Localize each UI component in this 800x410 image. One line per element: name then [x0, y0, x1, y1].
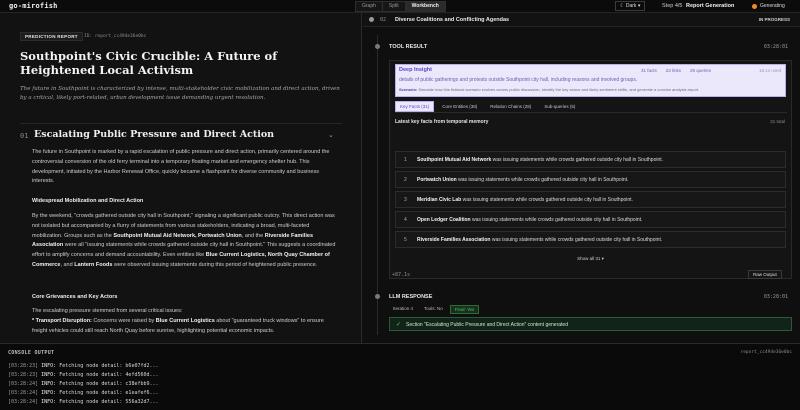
divider — [395, 112, 787, 113]
timeline-dot-icon — [369, 17, 374, 22]
list-item: 2 Portwatch Union was issuing statements… — [395, 171, 786, 188]
tab-key-facts[interactable]: Key Facts (31) — [395, 101, 435, 112]
fact-text: Meridian Civic Lab was issuing statement… — [417, 197, 633, 203]
workbench-section-number: 02 — [380, 17, 387, 23]
console-line: [03:28:24] INFO: Fetching node detail: c… — [8, 381, 159, 387]
report-id: ID: report_cc494e36e0bc — [84, 34, 147, 39]
subheading: Core Grievances and Key Actors — [32, 294, 118, 300]
report-summary: The future in Southpoint is characterize… — [20, 86, 340, 101]
console-line: [03:28:24] INFO: Fetching node detail: e… — [8, 390, 159, 396]
fact-number: 5 — [404, 237, 407, 243]
llm-response-time: 03:28:01 — [763, 294, 788, 300]
workbench-panel: 02 Diverse Coalitions and Conflicting Ag… — [363, 13, 800, 343]
app-brand: go-mirofish — [9, 2, 58, 10]
chevron-down-icon[interactable]: ⌄ — [328, 131, 334, 139]
section-paragraph: The escalating pressure stemmed from sev… — [32, 308, 183, 314]
success-message: Section "Escalating Public Pressure and … — [406, 322, 568, 328]
generation-status: Generating — [752, 3, 785, 9]
tool-result-card: Deep Insight 31 facts 23 links 29 querie… — [389, 60, 792, 279]
report-badge: PREDICTION REPORT — [20, 32, 83, 41]
report-title: Southpoint's Civic Crucible: A Future of… — [20, 49, 278, 77]
step-label: Step 4/5 — [662, 3, 683, 9]
section-title: Escalating Public Pressure and Direct Ac… — [34, 129, 275, 140]
timeline-dot-icon — [375, 44, 380, 49]
console-line: [03:28:23] INFO: Fetching node detail: b… — [8, 363, 159, 369]
fact-number: 3 — [404, 197, 407, 203]
deep-insight-title: Deep Insight — [399, 67, 433, 73]
step-name: Report Generation — [686, 3, 735, 9]
tab-core-entities[interactable]: Core Entities (38) — [437, 101, 482, 112]
final-tag: Final: Yes — [449, 305, 480, 314]
fact-number: 4 — [404, 217, 407, 223]
tab-sub-queries[interactable]: Sub-queries (5) — [539, 101, 580, 112]
tools-tag: Tools: No — [424, 306, 443, 311]
facts-stat: 31 facts — [641, 68, 657, 73]
check-icon: ✓ — [396, 322, 402, 328]
section-paragraph: By the weekend, "crowds gathered outside… — [32, 213, 336, 268]
raw-output-button[interactable]: Raw Output — [748, 270, 782, 279]
section-paragraph: * Transport Disruption: Concerns were ra… — [32, 318, 324, 334]
console-panel: CONSOLE OUTPUT report_cc494e36e0bc [03:2… — [0, 343, 800, 410]
console-line: [03:28:24] INFO: Fetching node detail: 5… — [8, 399, 159, 405]
llm-meta-tags: Iteration 4 Tools: No Final: Yes — [389, 305, 482, 314]
deep-insight-duration: 18.1s used — [758, 68, 781, 73]
deep-insight-stats: 31 facts 23 links 29 queries — [641, 68, 720, 73]
top-bar: go-mirofish Graph Split Workbench ☾ Dark… — [0, 0, 800, 13]
view-tab-graph[interactable]: Graph — [356, 2, 383, 11]
workbench-section-title: Diverse Coalitions and Conflicting Agend… — [395, 17, 510, 23]
console-line: [03:28:23] INFO: Fetching node detail: 4… — [8, 372, 159, 378]
view-switcher: Graph Split Workbench — [355, 1, 446, 12]
progress-status: IN PROGRESS — [758, 17, 790, 22]
fact-number: 1 — [404, 157, 407, 163]
workbench-header: 02 Diverse Coalitions and Conflicting Ag… — [363, 13, 800, 27]
elapsed-time: +87.1s — [392, 272, 411, 278]
view-tab-split[interactable]: Split — [383, 2, 406, 11]
list-item: 3 Meridian Civic Lab was issuing stateme… — [395, 191, 786, 208]
deep-insight-description: details of public gatherings and protest… — [399, 77, 638, 83]
show-all-button[interactable]: Show all 31 ▾ — [395, 253, 786, 264]
section-paragraph: The future in Southpoint is marked by a … — [32, 149, 330, 185]
divider — [20, 123, 342, 124]
timeline-dot-icon — [375, 294, 380, 299]
report-panel: PREDICTION REPORT ID: report_cc494e36e0b… — [0, 13, 362, 343]
step-indicator: Step 4/5 Report Generation — [662, 3, 734, 9]
tab-relation-chains[interactable]: Relation Chains (28) — [485, 101, 536, 112]
success-banner: ✓ Section "Escalating Public Pressure an… — [389, 317, 792, 331]
list-item: 1 Southpoint Mutual Aid Network was issu… — [395, 151, 786, 168]
section-number: 01 — [20, 132, 29, 140]
links-stat: 23 links — [665, 68, 682, 73]
fact-text: Open Ledger Coalition was issuing statem… — [417, 217, 643, 223]
llm-response-label: LLM RESPONSE — [389, 294, 433, 300]
view-tab-workbench[interactable]: Workbench — [405, 2, 445, 11]
fact-text: Southpoint Mutual Aid Network was issuin… — [417, 157, 664, 163]
console-report-id: report_cc494e36e0bc — [740, 350, 792, 355]
facts-heading: Latest key facts from temporal memory — [395, 119, 489, 125]
fact-text: Portwatch Union was issuing statements w… — [417, 177, 629, 183]
iteration-tag: Iteration 4 — [393, 306, 414, 311]
status-label: Generating — [760, 3, 785, 9]
deep-insight-box: Deep Insight 31 facts 23 links 29 querie… — [395, 64, 786, 97]
fact-text: Riverside Families Association was issui… — [417, 237, 663, 243]
result-filter-tabs: Key Facts (31) Core Entities (38) Relati… — [395, 101, 583, 112]
theme-toggle-button[interactable]: ☾ Dark ▾ — [615, 1, 646, 11]
list-item: 5 Riverside Families Association was iss… — [395, 231, 786, 248]
deep-insight-scenario: Scenario: Simulate how this fictional sc… — [399, 87, 700, 92]
subheading: Widespread Mobilization and Direct Actio… — [32, 198, 144, 204]
console-title: CONSOLE OUTPUT — [8, 350, 55, 356]
queries-stat: 29 queries — [690, 68, 712, 73]
timeline-line — [377, 35, 378, 335]
status-dot-icon — [752, 3, 757, 9]
tool-result-label: TOOL RESULT — [389, 44, 428, 50]
list-item: 4 Open Ledger Coalition was issuing stat… — [395, 211, 786, 228]
fact-number: 2 — [404, 177, 407, 183]
tool-result-time: 03:28:01 — [763, 44, 788, 50]
facts-count: 31 total — [770, 119, 785, 124]
